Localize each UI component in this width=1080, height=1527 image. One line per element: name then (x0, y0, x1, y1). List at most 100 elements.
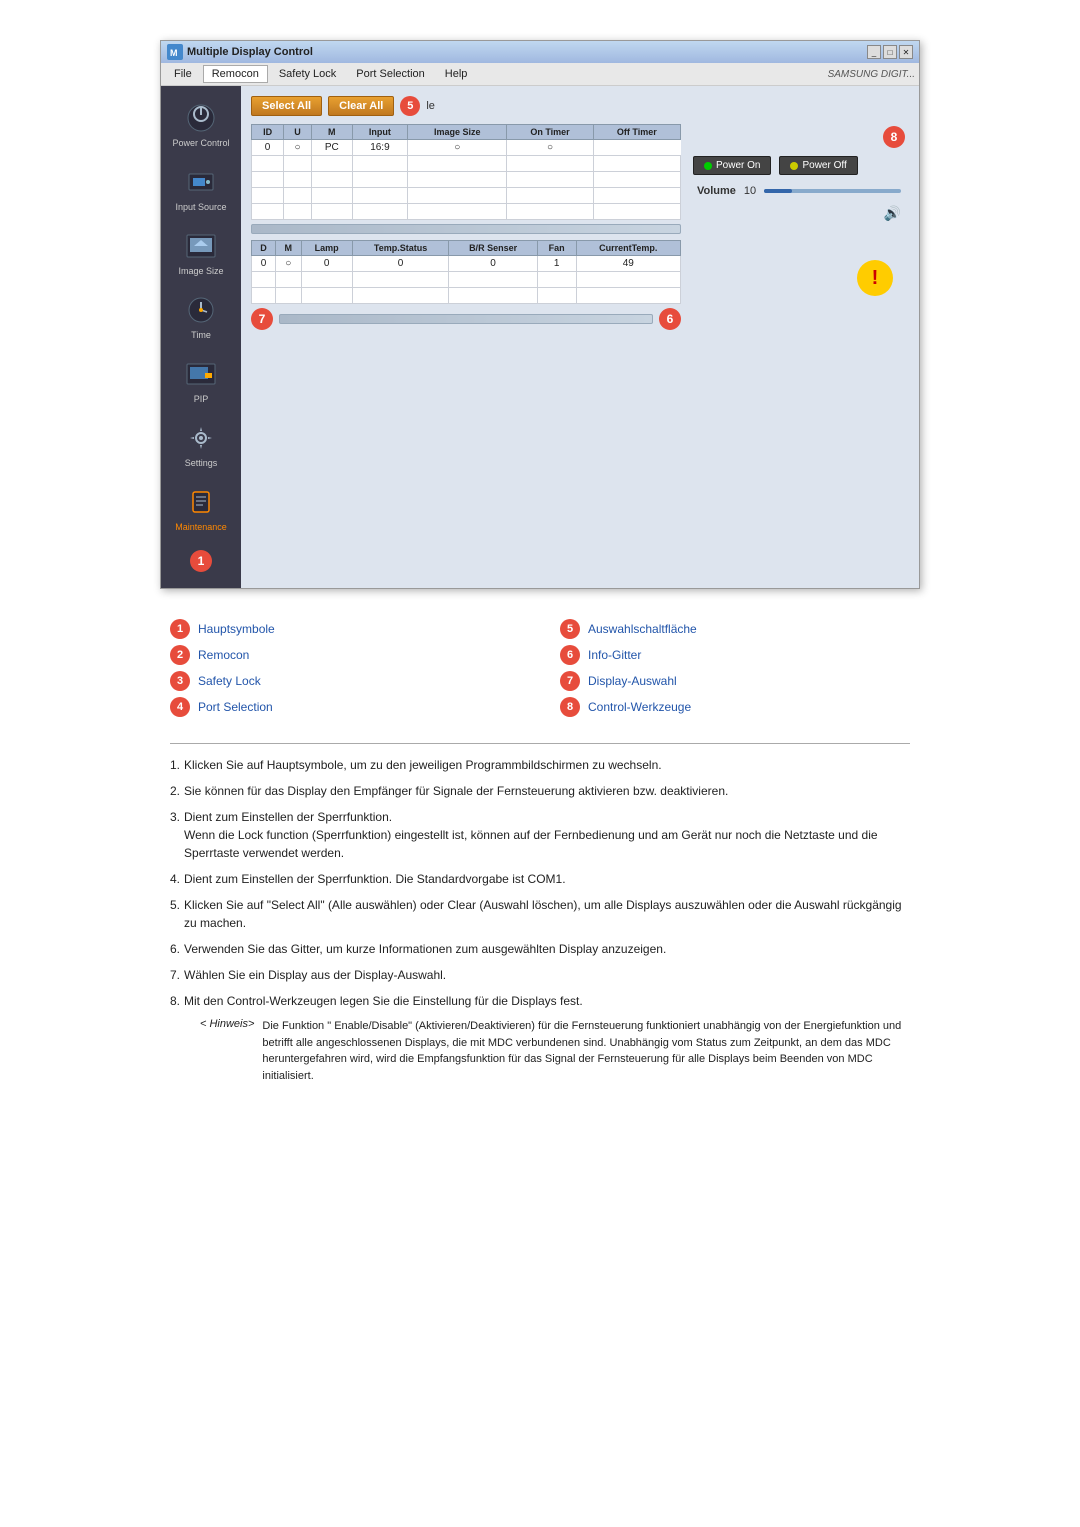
legend-item-8: 8 Control-Werkzeuge (560, 697, 910, 717)
legend-item-5: 5 Auswahlschaltfläche (560, 619, 910, 639)
time-icon (183, 292, 219, 328)
warning-icon: ! (857, 260, 893, 296)
sidebar-label-image: Image Size (178, 266, 223, 276)
desc-num-3: 3. (170, 808, 180, 862)
col-off-timer: Off Timer (593, 125, 680, 140)
badge-8: 8 (883, 126, 905, 148)
sidebar-item-input-source[interactable]: Input Source (165, 160, 237, 216)
display-select-area[interactable] (279, 314, 653, 324)
power-off-button[interactable]: Power Off (779, 156, 857, 175)
window-title: Multiple Display Control (187, 46, 313, 58)
bcol-m: M (276, 241, 302, 256)
desc-text-5: Klicken Sie auf "Select All" (Alle auswä… (184, 896, 910, 932)
table-row: 0 ○ PC 16:9 ○ ○ (252, 140, 681, 156)
badge-7: 7 (251, 308, 273, 330)
menu-safety-lock[interactable]: Safety Lock (270, 65, 345, 83)
legend-text-7: Display-Auswahl (588, 674, 677, 688)
desc-text-1: Klicken Sie auf Hauptsymbole, um zu den … (184, 756, 662, 774)
volume-row: Volume 10 (689, 181, 909, 201)
col-u: U (284, 125, 312, 140)
legend-badge-8: 8 (560, 697, 580, 717)
btable-empty-1 (252, 272, 681, 288)
hinweis-text: Die Funktion " Enable/Disable" (Aktivier… (262, 1018, 910, 1084)
sidebar: Power Control Input Source (161, 86, 241, 588)
top-table-scrollbar[interactable] (251, 224, 681, 234)
main-panel: Select All Clear All 5 le ID (241, 86, 919, 588)
volume-slider[interactable] (764, 189, 901, 193)
sidebar-item-settings[interactable]: Settings (165, 416, 237, 472)
page-wrapper: M Multiple Display Control _ □ ✕ File Re… (0, 0, 1080, 1124)
second-table-wrapper: D M Lamp Temp.Status B/R Senser Fan Curr… (251, 240, 681, 304)
bcol-br-senser: B/R Senser (449, 241, 537, 256)
close-button[interactable]: ✕ (899, 45, 913, 59)
bcol-d: D (252, 241, 276, 256)
legend-text-5: Auswahlschaltfläche (588, 622, 697, 636)
badge-1: 1 (190, 550, 212, 572)
menu-port-selection[interactable]: Port Selection (347, 65, 433, 83)
menu-remocon[interactable]: Remocon (203, 65, 268, 83)
title-bar: M Multiple Display Control _ □ ✕ (161, 41, 919, 63)
col-on-timer: On Timer (507, 125, 593, 140)
desc-text-3: Dient zum Einstellen der Sperrfunktion.W… (184, 808, 910, 862)
desc-item-3: 3. Dient zum Einstellen der Sperrfunktio… (170, 808, 910, 862)
sidebar-label-maintenance: Maintenance (175, 522, 227, 532)
volume-fill (764, 189, 791, 193)
minimize-button[interactable]: _ (867, 45, 881, 59)
select-all-button[interactable]: Select All (251, 96, 322, 116)
power-on-label: Power On (716, 160, 760, 171)
desc-list: 1. Klicken Sie auf Hauptsymbole, um zu d… (170, 756, 910, 1010)
sidebar-item-pip[interactable]: PIP (165, 352, 237, 408)
hinweis-block: < Hinweis> Die Funktion " Enable/Disable… (200, 1018, 910, 1084)
legend-item-2: 2 Remocon (170, 645, 520, 665)
table-row-empty-1 (252, 156, 681, 172)
legend-badge-2: 2 (170, 645, 190, 665)
toolbar-row: Select All Clear All 5 le (251, 96, 909, 116)
sidebar-label-power: Power Control (172, 138, 229, 148)
speaker-icon: 🔊 (884, 205, 901, 222)
desc-item-8: 8. Mit den Control-Werkzeugen legen Sie … (170, 992, 910, 1010)
badge-6: 6 (659, 308, 681, 330)
right-controls: 8 Power On Power Off (689, 124, 909, 330)
clear-all-button[interactable]: Clear All (328, 96, 394, 116)
svg-text:M: M (170, 48, 178, 58)
sidebar-item-power-control[interactable]: Power Control (165, 96, 237, 152)
desc-item-4: 4. Dient zum Einstellen der Sperrfunktio… (170, 870, 910, 888)
col-image-size: Image Size (408, 125, 507, 140)
desc-item-1: 1. Klicken Sie auf Hauptsymbole, um zu d… (170, 756, 910, 774)
legend-badge-5: 5 (560, 619, 580, 639)
settings-icon (183, 420, 219, 456)
brand-label: SAMSUNG DIGIT... (828, 69, 915, 80)
bottom-info-table: D M Lamp Temp.Status B/R Senser Fan Curr… (251, 240, 681, 304)
sidebar-item-image-size[interactable]: Image Size (165, 224, 237, 280)
sidebar-item-maintenance[interactable]: Maintenance (165, 480, 237, 536)
desc-text-6: Verwenden Sie das Gitter, um kurze Infor… (184, 940, 666, 958)
power-off-indicator (790, 162, 798, 170)
maximize-button[interactable]: □ (883, 45, 897, 59)
desc-num-4: 4. (170, 870, 180, 888)
bcol-fan: Fan (537, 241, 576, 256)
menu-file[interactable]: File (165, 65, 201, 83)
power-row: Power On Power Off (689, 150, 909, 181)
bcol-current-temp: CurrentTemp. (576, 241, 680, 256)
table-row-empty-4 (252, 204, 681, 220)
sidebar-item-time[interactable]: Time (165, 288, 237, 344)
bottom-scrollbar[interactable] (279, 314, 653, 324)
sidebar-label-input: Input Source (175, 202, 226, 212)
legend-item-4: 4 Port Selection (170, 697, 520, 717)
left-tables: ID U M Input Image Size On Timer Off Tim… (251, 124, 681, 330)
legend-left: 1 Hauptsymbole 2 Remocon 3 Safety Lock 4… (170, 619, 520, 723)
toolbar-badge-5: 5 (400, 96, 420, 116)
desc-num-5: 5. (170, 896, 180, 932)
desc-divider (170, 743, 910, 744)
legend-text-3: Safety Lock (198, 674, 261, 688)
toolbar-label: le (426, 100, 435, 112)
power-off-label: Power Off (802, 160, 846, 171)
input-source-icon (183, 164, 219, 200)
maintenance-icon (183, 484, 219, 520)
menu-help[interactable]: Help (436, 65, 477, 83)
legend-text-2: Remocon (198, 648, 249, 662)
power-on-button[interactable]: Power On (693, 156, 771, 175)
image-size-icon (183, 228, 219, 264)
sidebar-label-pip: PIP (194, 394, 209, 404)
desc-item-2: 2. Sie können für das Display den Empfän… (170, 782, 910, 800)
